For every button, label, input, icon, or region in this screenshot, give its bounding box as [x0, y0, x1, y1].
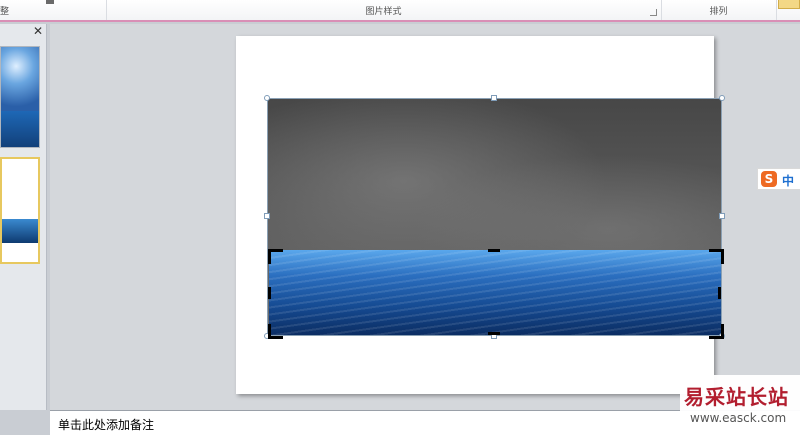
- slide-thumbnails-pane: ✕: [0, 24, 47, 410]
- crop-handle-bottom-left[interactable]: [268, 324, 283, 339]
- crop-handle-right[interactable]: [718, 287, 721, 299]
- ribbon-size-button[interactable]: [778, 0, 800, 9]
- crop-handle-bottom-right[interactable]: [709, 324, 724, 339]
- crop-handle-left[interactable]: [268, 287, 271, 299]
- thumbnail-sea-image: [1, 111, 39, 147]
- crop-handle-bottom[interactable]: [488, 332, 500, 335]
- watermark-title: 易采站长站: [684, 385, 789, 409]
- watermark-url: www.easck.com: [690, 411, 787, 425]
- crop-handle-top[interactable]: [488, 249, 500, 252]
- picture-cropped-area[interactable]: [269, 250, 721, 335]
- ribbon-group-adjust: 整: [0, 0, 107, 20]
- ribbon-group-picture-styles-label: 图片样式: [365, 7, 402, 17]
- resize-handle-top-left[interactable]: [264, 95, 270, 101]
- watermark: 易采站长站 www.easck.com: [680, 375, 800, 435]
- ribbon-group-adjust-label: 整: [0, 7, 10, 17]
- resize-handle-right[interactable]: [719, 213, 725, 219]
- close-icon[interactable]: ✕: [32, 25, 44, 37]
- notes-placeholder: 单击此处添加备注: [58, 418, 155, 432]
- slide-thumbnail-2[interactable]: [0, 157, 40, 264]
- sogou-logo-icon: S: [761, 171, 777, 187]
- ime-mode-indicator[interactable]: 中: [782, 172, 794, 189]
- ribbon-group-picture-styles: 图片样式: [106, 0, 662, 20]
- slide-thumbnail-1[interactable]: [0, 46, 40, 148]
- crop-handle-top-left[interactable]: [268, 249, 283, 264]
- resize-handle-top[interactable]: [491, 95, 497, 101]
- dialog-launcher-icon[interactable]: [650, 9, 657, 16]
- resize-handle-top-right[interactable]: [719, 95, 725, 101]
- thumbnail-sea-image: [2, 219, 38, 243]
- ime-status-bar[interactable]: S 中: [757, 168, 800, 190]
- thumbnail-sky-image: [1, 47, 39, 111]
- ribbon: 整 图片样式 排列: [0, 0, 800, 22]
- resize-handle-left[interactable]: [264, 213, 270, 219]
- ribbon-group-arrange: 排列: [661, 0, 777, 20]
- crop-handle-top-right[interactable]: [709, 249, 724, 264]
- ribbon-group-arrange-label: 排列: [709, 7, 728, 17]
